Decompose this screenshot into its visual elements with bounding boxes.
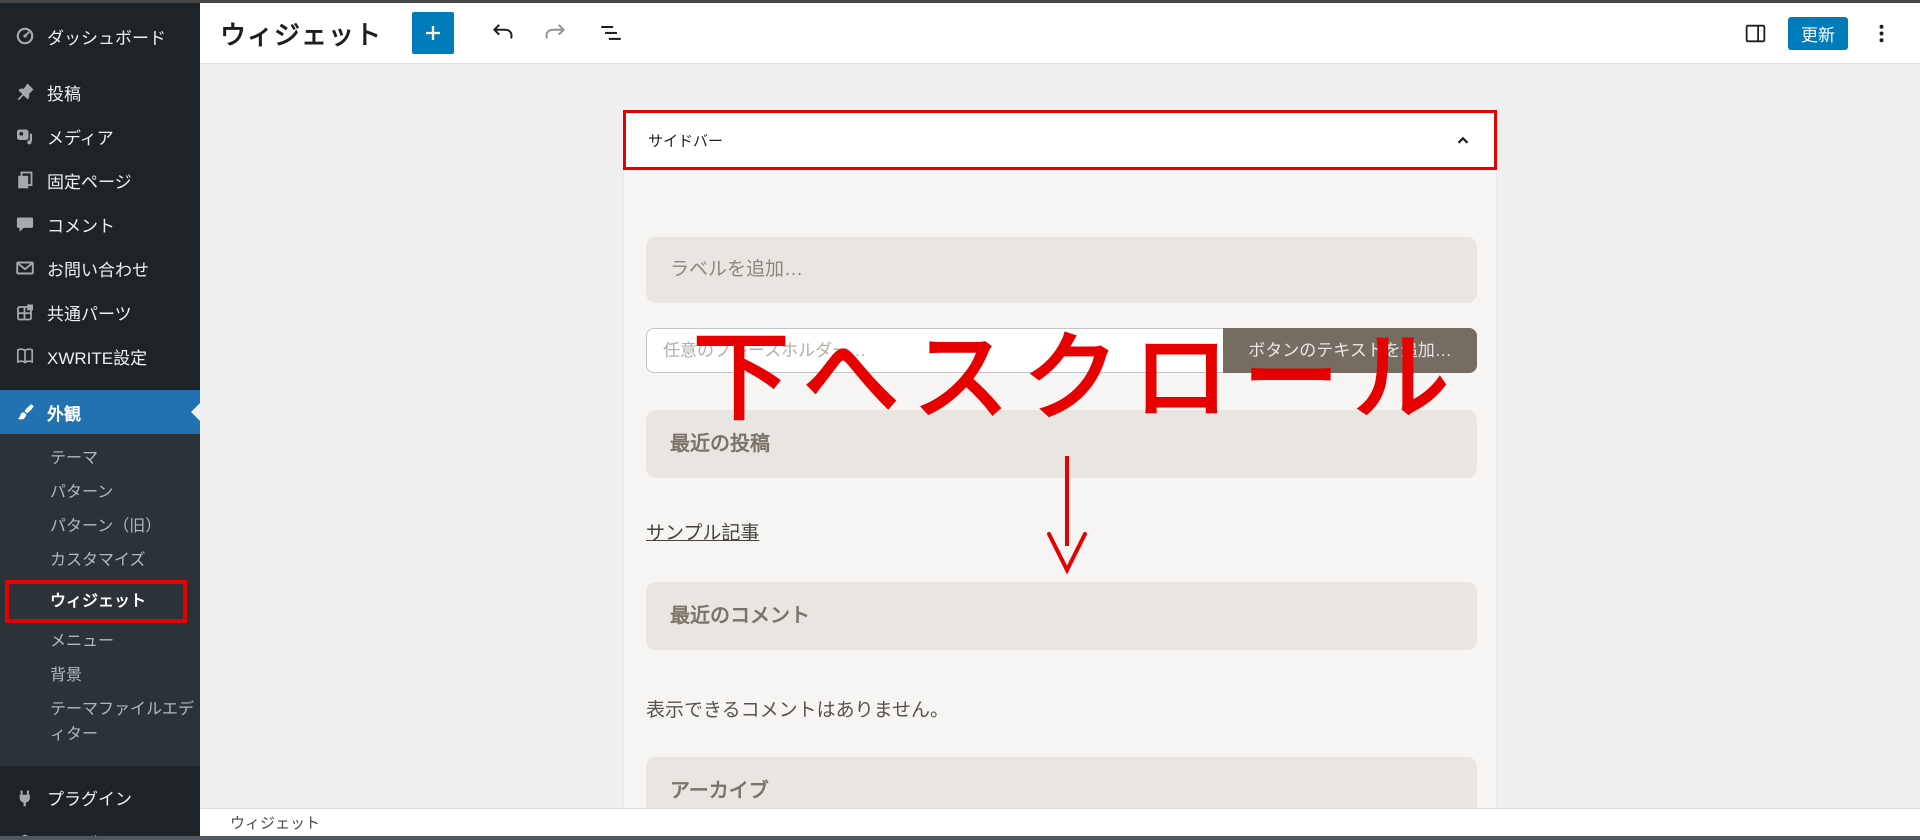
sidebar-item-posts[interactable]: 投稿 bbox=[0, 70, 200, 114]
redo-button[interactable] bbox=[542, 20, 568, 46]
widget-area-title: サイドバー bbox=[648, 132, 724, 150]
editor-topbar: ウィジェット 更新 bbox=[200, 3, 1920, 64]
book-icon bbox=[15, 346, 35, 366]
pages-icon bbox=[15, 170, 35, 190]
update-button[interactable]: 更新 bbox=[1788, 16, 1848, 50]
sidebar-item-common-parts[interactable]: 共通パーツ bbox=[0, 290, 200, 334]
wordpress-widgets-admin-screen: ダッシュボード 投稿 メディア 固定ページ コメント お問い合わせ 共通パーツ … bbox=[0, 0, 1920, 840]
dashboard-icon bbox=[15, 26, 35, 46]
chevron-up-icon[interactable] bbox=[1454, 132, 1472, 148]
sidebar-item-label: ダッシュボード bbox=[47, 28, 166, 48]
plugin-icon bbox=[15, 788, 35, 808]
sidebar-item-label: 固定ページ bbox=[47, 172, 132, 192]
comment-icon bbox=[15, 214, 35, 234]
editor-footer: ウィジェット bbox=[200, 808, 1920, 836]
sidebar-item-dashboard[interactable]: ダッシュボード bbox=[0, 14, 200, 58]
submenu-item-menus[interactable]: メニュー bbox=[0, 625, 200, 659]
redo-icon bbox=[542, 20, 568, 46]
add-block-button[interactable] bbox=[412, 12, 455, 54]
kebab-menu-icon bbox=[1869, 21, 1894, 46]
sidebar-item-plugins[interactable]: プラグイン bbox=[0, 776, 200, 820]
sidebar-item-comments[interactable]: コメント bbox=[0, 202, 200, 246]
submenu-item-theme-file-editor[interactable]: テーマファイルエディター bbox=[0, 693, 200, 753]
sidebar-item-contact[interactable]: お問い合わせ bbox=[0, 246, 200, 290]
archives-widget-title[interactable]: アーカイブ bbox=[646, 757, 1477, 808]
media-icon bbox=[15, 126, 35, 146]
undo-button[interactable] bbox=[490, 20, 516, 46]
recent-posts-widget-title[interactable]: 最近の投稿 bbox=[646, 410, 1477, 478]
window-top-edge bbox=[0, 0, 1920, 3]
page-title: ウィジェット bbox=[220, 19, 383, 50]
sidebar-item-label: コメント bbox=[47, 216, 115, 236]
sidebar-item-label: メディア bbox=[47, 128, 114, 148]
options-menu-button[interactable] bbox=[1868, 20, 1894, 46]
sidebar-item-label: XWRITE設定 bbox=[47, 348, 148, 368]
sample-post-link[interactable]: サンプル記事 bbox=[646, 518, 759, 545]
mail-icon bbox=[15, 258, 35, 278]
widget-area-panel-body: ラベルを追加… ボタンのテキストを追加… 最近の投稿 サンプル記事 最近のコメン… bbox=[623, 170, 1497, 808]
topbar-right-actions: 更新 bbox=[1742, 16, 1920, 50]
sidebar-item-appearance[interactable]: 外観 bbox=[0, 390, 200, 434]
sidebar-item-pages[interactable]: 固定ページ bbox=[0, 158, 200, 202]
submenu-item-background[interactable]: 背景 bbox=[0, 659, 200, 693]
submenu-item-patterns-old[interactable]: パターン（旧） bbox=[0, 510, 200, 544]
recent-comments-widget-title[interactable]: 最近のコメント bbox=[646, 582, 1477, 650]
list-view-button[interactable] bbox=[598, 20, 624, 46]
settings-sidebar-toggle-button[interactable] bbox=[1742, 20, 1768, 46]
search-widget-block: ボタンのテキストを追加… bbox=[646, 328, 1477, 373]
admin-sidebar: ダッシュボード 投稿 メディア 固定ページ コメント お問い合わせ 共通パーツ … bbox=[0, 0, 200, 840]
sidebar-item-label: お問い合わせ bbox=[47, 260, 149, 280]
undo-icon bbox=[490, 20, 516, 46]
submenu-item-themes[interactable]: テーマ bbox=[0, 442, 200, 476]
footer-breadcrumb: ウィジェット bbox=[230, 815, 321, 832]
widget-area-panel-header[interactable]: サイドバー bbox=[623, 110, 1497, 170]
sidebar-item-label: 共通パーツ bbox=[47, 304, 132, 324]
submenu-item-widgets[interactable]: ウィジェット bbox=[5, 580, 187, 623]
sidebar-item-label: 外観 bbox=[47, 404, 81, 424]
appearance-submenu: テーマ パターン パターン（旧） カスタマイズ ウィジェット メニュー 背景 テ… bbox=[0, 434, 200, 766]
widgets-editor-canvas: サイドバー ラベルを追加… ボタンのテキストを追加… 最近の投稿 サンプル記事 … bbox=[200, 64, 1920, 808]
no-comments-text: 表示できるコメントはありません。 bbox=[646, 700, 950, 721]
pin-icon bbox=[15, 82, 35, 102]
sidebar-toggle-icon bbox=[1743, 21, 1768, 46]
search-widget-label-placeholder[interactable]: ラベルを追加… bbox=[646, 237, 1477, 303]
submenu-item-patterns[interactable]: パターン bbox=[0, 476, 200, 510]
submenu-item-customize[interactable]: カスタマイズ bbox=[0, 544, 200, 578]
sidebar-item-media[interactable]: メディア bbox=[0, 114, 200, 158]
sidebar-item-label: 投稿 bbox=[47, 84, 81, 104]
window-bottom-edge bbox=[0, 836, 1920, 840]
brush-icon bbox=[15, 402, 35, 422]
sidebar-item-label: プラグイン bbox=[47, 790, 132, 810]
blocks-icon bbox=[15, 302, 35, 322]
sidebar-item-xwrite-settings[interactable]: XWRITE設定 bbox=[0, 334, 200, 378]
search-button[interactable]: ボタンのテキストを追加… bbox=[1223, 328, 1477, 373]
plus-icon bbox=[421, 21, 445, 45]
list-view-icon bbox=[598, 20, 624, 46]
